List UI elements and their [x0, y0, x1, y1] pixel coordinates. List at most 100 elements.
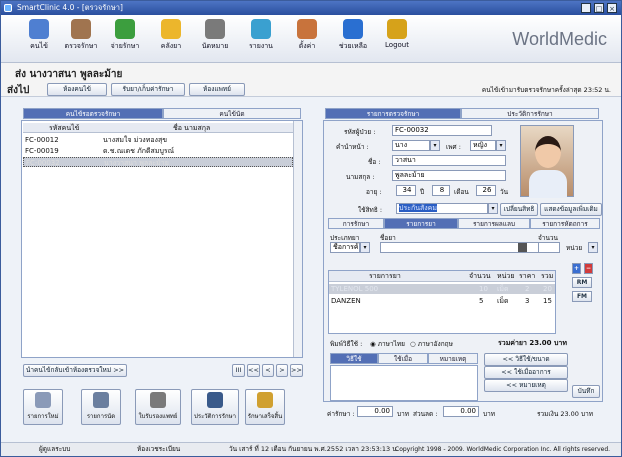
chevron-down-icon[interactable]: ▾ [588, 242, 598, 253]
tab-care[interactable]: การรักษา [328, 218, 384, 229]
main-toolbar: คนไข้ ตรวจรักษา จ่ายรักษา คลังยา นัดหมาย… [1, 15, 621, 63]
return-to-exam-button[interactable]: นำคนไข้กลับเข้าห้องตรวจใหม่ >> [23, 364, 127, 377]
close-button[interactable]: × [607, 3, 617, 13]
usage-note-button[interactable]: << หมายเหตุ [484, 379, 568, 392]
send-payment-button[interactable]: รับยา/เก็บค่ารักษา [111, 83, 185, 96]
prefix-select[interactable]: นาง [392, 140, 430, 151]
chevron-down-icon[interactable]: ▾ [360, 242, 370, 253]
save-button[interactable]: บันทึก [572, 385, 600, 398]
chevron-down-icon[interactable]: ▾ [496, 140, 506, 151]
detail-tabs: รายการตรวจรักษา ประวัติการรักษา [325, 108, 599, 119]
tab-treatment[interactable]: รายการตรวจรักษา [325, 108, 461, 119]
code-label: รหัสผู้ป่วย : [344, 128, 376, 136]
add-drug-button[interactable]: + [572, 263, 581, 274]
print-usage-label: พิมพ์วิธีใช้ : [330, 340, 363, 348]
show-more-button[interactable]: แสดงข้อมูลเพิ่มเติม [540, 203, 602, 216]
age-days-field[interactable]: 26 [476, 185, 496, 196]
tab-procedure-list[interactable]: รายการหัตถการ [530, 218, 600, 229]
drug-type-select[interactable]: ชื่อการค้า [330, 242, 360, 253]
sex-select[interactable]: หญิง [470, 140, 496, 151]
toolbar-help-button[interactable]: ช่วยเหลือ [333, 19, 373, 52]
column-header-name: ชื่อ นามสกุล [173, 124, 211, 132]
change-right-button[interactable]: เปลี่ยนสิทธิ [500, 203, 538, 216]
pager-columns-button[interactable]: III [232, 364, 245, 377]
row-code: FC-00032 [26, 159, 60, 167]
row-name: นางวาสนา พูลละม้าย [104, 159, 169, 167]
medical-certificate-button[interactable]: ใบรับรองแพทย์ [135, 389, 181, 425]
table-row[interactable]: FC-00019 ด.ช.ณเดช ภักดีสมบูรณ์ [23, 146, 293, 156]
tab-waiting[interactable]: คนไข้รอตรวจรักษา [23, 108, 163, 119]
finish-icon [257, 392, 273, 408]
lock-icon [387, 19, 407, 39]
tab-appointment[interactable]: คนไข้นัด [163, 108, 301, 119]
toolbar-treatment-button[interactable]: ตรวจรักษา [61, 19, 101, 52]
sex-label: เพศ : [446, 143, 461, 151]
drug-total-text: รวมค่ายา 23.00 บาท [498, 339, 567, 347]
document-icon[interactable] [518, 243, 527, 252]
treatment-history-button[interactable]: ประวัติการรักษา [191, 389, 239, 425]
rm-button[interactable]: RM [572, 277, 592, 288]
column-header-qty: จำนวน [469, 272, 491, 280]
queue-scrollbar[interactable] [293, 121, 302, 357]
fee-field[interactable]: 0.00 [357, 406, 393, 417]
send-doctor-room-button[interactable]: ห้องแพทย์ [189, 83, 245, 96]
send-to-label: ส่งไป [7, 85, 30, 96]
finish-treatment-button[interactable]: รักษาเสร็จสิ้น [245, 389, 285, 425]
tab-when[interactable]: ใช้เมื่อ [378, 353, 428, 364]
toolbar-payment-button[interactable]: จ่ายรักษา [105, 19, 145, 52]
row-code: FC-00012 [25, 136, 59, 144]
new-document-icon [35, 392, 51, 408]
title-bar: SmartClinic 4.0 - [ตรวจรักษา] _ □ × [1, 1, 621, 15]
toolbar-appointment-button[interactable]: นัดหมาย [195, 19, 235, 52]
first-name-field[interactable]: วาสนา [392, 155, 506, 166]
minimize-button[interactable]: _ [581, 3, 591, 13]
age-months-field[interactable]: 8 [432, 185, 450, 196]
days-unit: วัน [500, 188, 509, 196]
remove-drug-button[interactable]: − [584, 263, 593, 274]
tab-note[interactable]: หมายเหตุ [428, 353, 478, 364]
toolbar-pharmacy-button[interactable]: คลังยา [151, 19, 191, 52]
chevron-down-icon[interactable]: ▾ [430, 140, 440, 151]
column-header-drug: รายการยา [369, 272, 401, 280]
toolbar-settings-button[interactable]: ตั้งค่า [287, 19, 327, 52]
lang-thai-radio[interactable]: ◉ ภาษาไทย [370, 339, 405, 349]
pager-prev-button[interactable]: < [262, 364, 274, 377]
right-field[interactable]: ประกันสังคม [396, 203, 488, 214]
table-row-selected[interactable]: TYLENOL 500 10 เม็ด 2 20 [329, 284, 555, 294]
fm-button[interactable]: FM [572, 291, 592, 302]
fee-label: ค่ารักษา : [327, 410, 355, 418]
table-row[interactable]: DANZEN 5 เม็ด 3 15 [329, 296, 555, 306]
pager-next-button[interactable]: > [276, 364, 288, 377]
usage-textarea[interactable] [330, 365, 478, 401]
printer-icon [150, 392, 166, 408]
chevron-down-icon[interactable]: ▾ [488, 203, 498, 214]
pager-last-button[interactable]: >> [290, 364, 303, 377]
tab-drug-list[interactable]: รายการยา [384, 218, 458, 229]
send-patient-room-button[interactable]: ห้องคนไข้ [47, 83, 107, 96]
patient-code-field[interactable]: FC-00032 [392, 125, 492, 136]
discount-field[interactable]: 0.00 [443, 406, 479, 417]
table-row-selected[interactable]: FC-00032 นางวาสนา พูลละม้าย [23, 157, 293, 167]
pager-first-button[interactable]: << [247, 364, 260, 377]
toolbar-report-button[interactable]: รายงาน [241, 19, 281, 52]
sub-tabs: การรักษา รายการยา รายการผลแลบ รายการหัตถ… [328, 218, 600, 229]
tab-lab-list[interactable]: รายการผลแลบ [458, 218, 530, 229]
patient-photo [520, 125, 574, 198]
usage-dose-button[interactable]: << วิธีใช้/ขนาด [484, 353, 568, 366]
tab-usage[interactable]: วิธีใช้ [330, 353, 378, 364]
age-years-field[interactable]: 34 [396, 185, 416, 196]
lang-english-radio[interactable]: ○ ภาษาอังกฤษ [410, 339, 453, 349]
usage-when-button[interactable]: << ใช้เมื่ออาการ [484, 366, 568, 379]
maximize-button[interactable]: □ [594, 3, 604, 13]
toolbar-patients-button[interactable]: คนไข้ [19, 19, 59, 52]
unit-label: หน่วย [566, 244, 583, 252]
last-name-field[interactable]: พูลละม้าย [392, 170, 506, 181]
status-datetime: วัน เสาร์ ที่ 12 เดือน กันยายน พ.ศ.2552 … [229, 445, 399, 453]
new-record-button[interactable]: รายการใหม่ [23, 389, 63, 425]
qty-field[interactable] [538, 242, 560, 253]
appointment-list-button[interactable]: รายการนัด [81, 389, 121, 425]
toolbar-logout-button[interactable]: Logout [377, 19, 417, 49]
tab-history[interactable]: ประวัติการรักษา [461, 108, 599, 119]
queue-header: รหัสคนไข้ ชื่อ นามสกุล [23, 123, 293, 133]
table-row[interactable]: FC-00012 นางสมใจ ม่วงทองสุข [23, 135, 293, 145]
